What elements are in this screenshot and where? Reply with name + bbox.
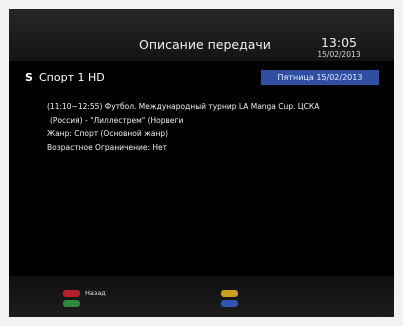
clock-time: 13:05: [320, 35, 358, 50]
page-title: Описание передачи: [139, 37, 271, 52]
channel-marker: S: [25, 71, 33, 84]
tv-screen: Описание передачи 13:05 15/02/2013 S Спо…: [9, 9, 394, 317]
clock-date: 15/02/2013: [317, 50, 361, 59]
blue-key-button[interactable]: [221, 300, 238, 307]
program-title-line-continued: (Россия) - "Лиллестрем" (Норвеги: [50, 115, 184, 125]
red-key-button[interactable]: [63, 290, 80, 297]
header-bar: Описание передачи 13:05 15/02/2013: [9, 9, 394, 61]
program-age-restriction: Возрастное Ограничение: Нет: [47, 142, 168, 152]
green-key-button[interactable]: [63, 300, 80, 307]
program-title-line: (11:10~12:55) Футбол. Международный турн…: [47, 102, 320, 111]
program-description: (11:10~12:55) Футбол. Международный турн…: [47, 100, 387, 154]
footer-bar: Назад: [9, 276, 394, 317]
channel-name: Спорт 1 HD: [39, 71, 105, 84]
yellow-key-button[interactable]: [221, 290, 238, 297]
channel-row: S Спорт 1 HD Пятница 15/02/2013: [9, 69, 394, 87]
date-badge[interactable]: Пятница 15/02/2013: [261, 70, 379, 85]
red-key-label: Назад: [85, 289, 106, 297]
program-genre: Жанр: Спорт (Основной жанр): [47, 129, 169, 138]
